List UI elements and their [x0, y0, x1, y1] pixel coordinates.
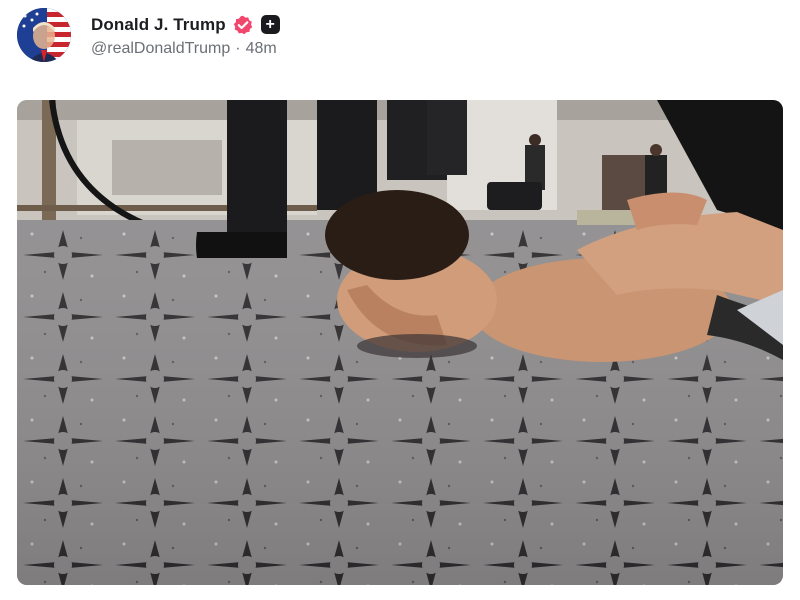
- meta-separator: ·: [235, 39, 241, 57]
- author-name-row: Donald J. Trump +: [91, 13, 280, 37]
- author-handle-row: @realDonaldTrump · 48m: [91, 40, 280, 58]
- photo-image: [17, 100, 783, 585]
- plus-icon: +: [265, 15, 275, 33]
- author-meta: Donald J. Trump + @realDonaldTrump · 48m: [91, 13, 280, 58]
- flag-portrait-avatar-icon: [17, 8, 71, 62]
- author-handle[interactable]: @realDonaldTrump: [91, 40, 230, 58]
- post-card: Donald J. Trump + @realDonaldTrump · 48m: [0, 0, 800, 600]
- follow-plus-button[interactable]: +: [260, 15, 280, 34]
- verified-badge-icon: [233, 15, 253, 35]
- post-timestamp[interactable]: 48m: [246, 40, 277, 58]
- post-header: Donald J. Trump + @realDonaldTrump · 48m: [17, 8, 280, 62]
- author-avatar[interactable]: [17, 8, 71, 62]
- post-photo[interactable]: [17, 100, 783, 585]
- author-display-name[interactable]: Donald J. Trump: [91, 15, 226, 35]
